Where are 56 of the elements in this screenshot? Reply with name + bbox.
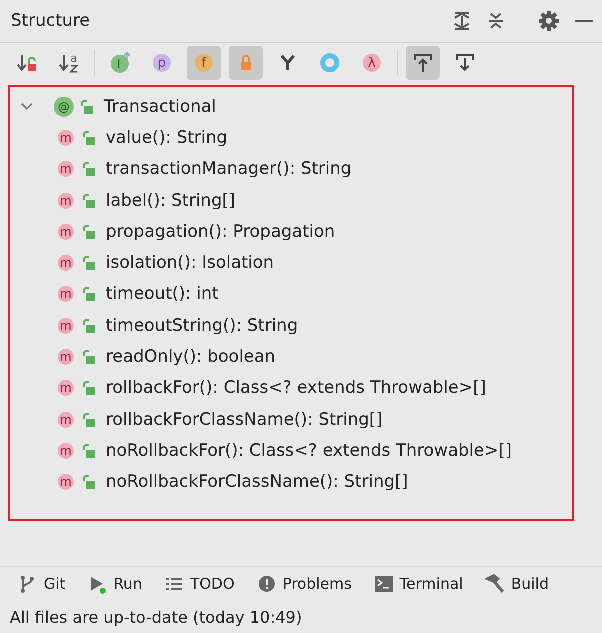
tree-item[interactable]: rollbackForClassName(): String[]	[106, 410, 383, 430]
public-lock-icon	[82, 255, 96, 272]
annotation-icon: @	[52, 96, 76, 118]
toolbar-toggle[interactable]	[229, 46, 263, 80]
autoscroll-to-source-icon	[412, 52, 434, 74]
public-lock-icon	[82, 349, 96, 366]
tool-window-tab[interactable]: TODO	[156, 572, 243, 596]
tree-item[interactable]: rollbackFor(): Class<? extends Throwable>[]	[106, 378, 486, 398]
tree-item[interactable]: noRollbackFor(): Class<? extends Throwable>[]	[106, 440, 512, 461]
public-lock-icon	[82, 224, 96, 240]
tree-item[interactable]: noRollbackForClassName(): String[]	[106, 472, 408, 492]
tool-window-tab[interactable]: Terminal	[366, 572, 472, 596]
tool-window-tab[interactable]: Git	[10, 572, 74, 596]
toolbar-toggle[interactable]: I	[103, 46, 137, 80]
tree-item[interactable]: timeoutString(): String	[106, 316, 298, 336]
status-text: All files are up-to-date (today 10:49)	[9, 606, 304, 628]
tree-item[interactable]: label(): String[]	[106, 190, 236, 211]
tree-item[interactable]: isolation(): Isolation	[106, 253, 274, 274]
warning-icon	[256, 574, 277, 594]
tool-window-tab[interactable]: Problems	[248, 572, 360, 596]
panel-title: Structure	[11, 11, 90, 31]
field-icon: f	[193, 52, 215, 74]
public-lock-icon	[82, 161, 96, 178]
tree-item[interactable]: timeout(): int	[106, 284, 219, 304]
toolbar-toggle[interactable]	[406, 46, 440, 80]
tree-item[interactable]: value(): String	[106, 128, 228, 148]
public-lock-icon	[82, 442, 96, 459]
public-lock-icon	[82, 380, 96, 396]
public-lock-icon	[82, 192, 96, 209]
tool-window-tab[interactable]: Build	[477, 572, 557, 596]
toolbar-toggle[interactable]: λ	[355, 46, 389, 80]
settings-icon[interactable]	[538, 10, 560, 32]
sort-visibility-icon	[16, 52, 38, 74]
property-icon: p	[151, 52, 173, 74]
terminal-icon	[374, 574, 394, 594]
autoscroll-from-source-icon	[454, 52, 476, 74]
public-lock-icon	[82, 286, 96, 302]
tool-window-tab[interactable]: Run	[80, 572, 150, 596]
toolbar-toggle[interactable]: p	[145, 46, 179, 80]
public-lock-icon	[82, 412, 96, 428]
collapse-all-icon[interactable]	[486, 11, 506, 31]
inherited-icon: I	[109, 52, 131, 74]
public-lock-icon	[82, 318, 96, 334]
expand-all-icon[interactable]	[452, 11, 472, 31]
tree-item[interactable]: readOnly(): boolean	[106, 347, 276, 368]
ring-icon	[319, 52, 341, 74]
lambda-icon: λ	[361, 52, 383, 74]
public-lock-icon	[80, 98, 94, 115]
toolbar-toggle[interactable]: f	[187, 46, 221, 80]
tree-item[interactable]: transactionManager(): String	[106, 159, 352, 180]
toolbar-toggle[interactable]: a	[52, 46, 86, 80]
public-lock-icon	[82, 474, 96, 490]
tree-item[interactable]: Transactional	[104, 96, 216, 117]
public-lock-icon	[82, 130, 96, 146]
hammer-icon	[485, 574, 506, 594]
tree-item[interactable]: propagation(): Propagation	[106, 222, 336, 242]
